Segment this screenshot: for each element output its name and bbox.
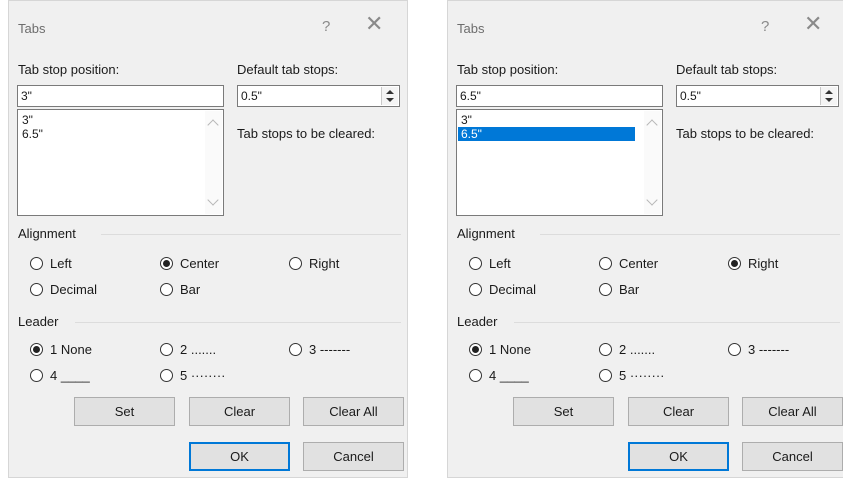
- radio-label: 3 -------: [309, 342, 351, 357]
- radio-circle[interactable]: [160, 369, 173, 382]
- radio-label: 3 -------: [748, 342, 790, 357]
- radio-circle[interactable]: [599, 369, 612, 382]
- group-divider: [75, 322, 401, 323]
- scroll-up-icon[interactable]: [646, 119, 658, 131]
- radio-label: Right: [748, 256, 779, 271]
- spinner-buttons[interactable]: [381, 87, 398, 105]
- radio-label: 2 .......: [619, 342, 656, 357]
- radio-label: 5 ········: [619, 368, 665, 383]
- tab-stop-position-input[interactable]: 3": [17, 85, 224, 107]
- radio-label: Center: [619, 256, 659, 271]
- radio-label: 4 ____: [489, 368, 529, 383]
- spinner-buttons[interactable]: [820, 87, 837, 105]
- tab-stops-to-clear-label: Tab stops to be cleared:: [237, 126, 376, 141]
- radio-label: Bar: [180, 282, 201, 297]
- scroll-down-icon[interactable]: [207, 194, 219, 206]
- default-tab-stops-spinner[interactable]: 0.5": [676, 85, 839, 107]
- dialog-title: Tabs: [457, 21, 485, 36]
- radio-label: Left: [50, 256, 72, 271]
- clear-all-button[interactable]: Clear All: [742, 397, 843, 426]
- cancel-button[interactable]: Cancel: [742, 442, 843, 471]
- spin-up-icon[interactable]: [825, 90, 833, 94]
- cancel-button[interactable]: Cancel: [303, 442, 404, 471]
- list-item[interactable]: 3": [458, 113, 635, 127]
- alignment-group-title: Alignment: [18, 226, 76, 241]
- ok-button[interactable]: OK: [628, 442, 729, 471]
- tabs-dialog-2: Tabs ? ✕ Tab stop position: 6.5" 3" 6.5"…: [447, 0, 843, 478]
- tab-stops-to-clear-label: Tab stops to be cleared:: [676, 126, 815, 141]
- leader-group-title: Leader: [18, 314, 59, 329]
- tab-stops-list[interactable]: 3" 6.5": [456, 109, 663, 216]
- radio-label: Decimal: [489, 282, 536, 297]
- clear-button[interactable]: Clear: [628, 397, 729, 426]
- alignment-group-title: Alignment: [457, 226, 515, 241]
- radio-label: 4 ____: [50, 368, 90, 383]
- radio-label: 1 None: [489, 342, 531, 357]
- radio-circle[interactable]: [469, 283, 482, 296]
- close-icon[interactable]: ✕: [365, 13, 383, 35]
- radio-label: Right: [309, 256, 340, 271]
- radio-circle[interactable]: [30, 257, 43, 270]
- radio-label: 2 .......: [180, 342, 217, 357]
- clear-button[interactable]: Clear: [189, 397, 290, 426]
- help-icon[interactable]: ?: [322, 18, 330, 35]
- set-button[interactable]: Set: [74, 397, 175, 426]
- list-item[interactable]: 3": [19, 113, 202, 127]
- radio-circle[interactable]: [160, 257, 173, 270]
- spin-down-icon[interactable]: [386, 98, 394, 102]
- list-scrollbar[interactable]: [644, 111, 661, 214]
- radio-circle[interactable]: [728, 257, 741, 270]
- group-divider: [514, 322, 840, 323]
- tab-stop-position-label: Tab stop position:: [457, 62, 559, 77]
- leader-group-title: Leader: [457, 314, 498, 329]
- ok-button[interactable]: OK: [189, 442, 290, 471]
- radio-circle[interactable]: [469, 257, 482, 270]
- radio-circle[interactable]: [469, 369, 482, 382]
- title-bar: Tabs ? ✕: [9, 1, 407, 37]
- radio-circle[interactable]: [728, 343, 741, 356]
- radio-circle[interactable]: [30, 369, 43, 382]
- close-icon[interactable]: ✕: [804, 13, 822, 35]
- spin-up-icon[interactable]: [386, 90, 394, 94]
- radio-circle[interactable]: [30, 283, 43, 296]
- radio-circle[interactable]: [289, 343, 302, 356]
- radio-label: Left: [489, 256, 511, 271]
- help-icon[interactable]: ?: [761, 18, 769, 35]
- tab-stop-position-label: Tab stop position:: [18, 62, 120, 77]
- radio-label: 1 None: [50, 342, 92, 357]
- radio-circle[interactable]: [599, 283, 612, 296]
- list-scrollbar[interactable]: [205, 111, 222, 214]
- list-item-selected[interactable]: 6.5": [458, 127, 635, 141]
- clear-all-button[interactable]: Clear All: [303, 397, 404, 426]
- radio-circle[interactable]: [160, 283, 173, 296]
- tabs-dialog-1: Tabs ? ✕ Tab stop position: 3" 3" 6.5" D…: [8, 0, 408, 478]
- radio-label: Bar: [619, 282, 640, 297]
- tab-stops-list[interactable]: 3" 6.5": [17, 109, 224, 216]
- radio-circle[interactable]: [160, 343, 173, 356]
- default-tab-stops-value: 0.5": [680, 89, 701, 103]
- list-item[interactable]: 6.5": [19, 127, 202, 141]
- title-bar: Tabs ? ✕: [448, 1, 843, 37]
- group-divider: [540, 234, 840, 235]
- radio-circle[interactable]: [30, 343, 43, 356]
- scroll-down-icon[interactable]: [646, 194, 658, 206]
- radio-circle[interactable]: [289, 257, 302, 270]
- radio-circle[interactable]: [599, 343, 612, 356]
- scroll-up-icon[interactable]: [207, 119, 219, 131]
- radio-circle[interactable]: [599, 257, 612, 270]
- default-tab-stops-spinner[interactable]: 0.5": [237, 85, 400, 107]
- radio-label: Center: [180, 256, 220, 271]
- spin-down-icon[interactable]: [825, 98, 833, 102]
- dialog-title: Tabs: [18, 21, 46, 36]
- set-button[interactable]: Set: [513, 397, 614, 426]
- group-divider: [101, 234, 401, 235]
- default-tab-stops-label: Default tab stops:: [676, 62, 778, 77]
- radio-label: 5 ········: [180, 368, 226, 383]
- radio-label: Decimal: [50, 282, 97, 297]
- tab-stop-position-input[interactable]: 6.5": [456, 85, 663, 107]
- radio-circle[interactable]: [469, 343, 482, 356]
- default-tab-stops-label: Default tab stops:: [237, 62, 339, 77]
- default-tab-stops-value: 0.5": [241, 89, 262, 103]
